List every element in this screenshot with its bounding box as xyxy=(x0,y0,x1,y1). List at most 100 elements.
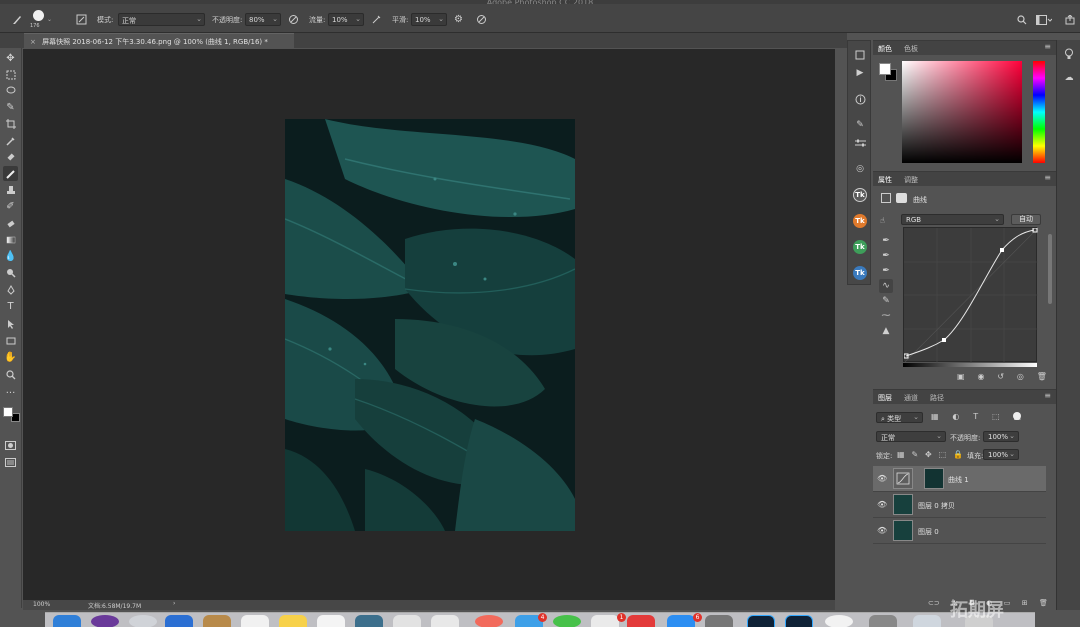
photoshop-app-icon[interactable] xyxy=(785,615,813,627)
tab-swatches[interactable]: 色板 xyxy=(904,44,918,54)
link-layers-icon[interactable]: ⊂⊃ xyxy=(928,599,940,609)
type-filter-icon[interactable]: T xyxy=(973,412,978,423)
mask-icon[interactable] xyxy=(896,193,907,203)
contacts-app-icon[interactable] xyxy=(203,615,231,627)
more-tools-icon[interactable]: ··· xyxy=(3,386,18,401)
dodge-tool-icon[interactable] xyxy=(3,265,18,280)
lock-position-icon[interactable]: ✥ xyxy=(925,450,932,460)
tk-panel-icon[interactable]: Tk xyxy=(852,187,868,203)
layer-opacity-input[interactable]: 100% ⌄ xyxy=(983,431,1019,442)
opacity-input[interactable]: 80% ⌄ xyxy=(245,13,281,26)
eyedropper-gray-icon[interactable]: ✒ xyxy=(879,249,893,263)
move-tool-icon[interactable]: ✥ xyxy=(3,51,18,66)
crop-tool-icon[interactable] xyxy=(3,116,18,131)
channel-select[interactable]: RGB ⌄ xyxy=(901,214,1004,225)
calendar-app-icon[interactable] xyxy=(241,615,269,627)
properties-scrollbar[interactable] xyxy=(1048,234,1052,304)
tk-panel-icon[interactable]: Tk xyxy=(852,265,868,281)
gear-icon[interactable]: ⚙ xyxy=(452,13,465,26)
pressure-size-icon[interactable] xyxy=(475,13,488,26)
photoshop-app-icon[interactable] xyxy=(747,615,775,627)
visibility-icon[interactable]: ◎ xyxy=(1017,372,1024,384)
new-layer-icon[interactable]: ⊞ xyxy=(1022,599,1028,609)
type-tool-icon[interactable]: T xyxy=(3,299,18,314)
app-icon[interactable] xyxy=(913,615,941,627)
brush-tool-icon[interactable] xyxy=(10,13,23,26)
airbrush-icon[interactable] xyxy=(370,13,383,26)
close-icon[interactable]: × xyxy=(30,38,36,46)
brush-tool-icon[interactable] xyxy=(3,166,18,181)
tk-panel-icon[interactable]: Tk xyxy=(852,213,868,229)
libraries-icon[interactable]: ☁ xyxy=(1061,70,1077,86)
color-picker-field[interactable] xyxy=(902,61,1022,163)
eraser-tool-icon[interactable] xyxy=(3,216,18,231)
smooth-curve-icon[interactable]: ⁓ xyxy=(879,309,893,323)
pressure-opacity-icon[interactable] xyxy=(287,13,300,26)
gradient-tool-icon[interactable] xyxy=(3,232,18,247)
document-image[interactable] xyxy=(285,119,575,531)
pen-tool-icon[interactable] xyxy=(3,282,18,297)
eye-icon[interactable]: 👁 xyxy=(877,526,887,536)
layer-filter-select[interactable]: ⌕ 类型 ⌄ xyxy=(876,412,923,423)
pencil-icon[interactable]: ✎ xyxy=(879,294,893,308)
share-icon[interactable] xyxy=(1063,13,1076,26)
history-brush-tool-icon[interactable]: ✐ xyxy=(3,199,18,214)
clip-to-layer-icon[interactable]: ▣ xyxy=(957,372,965,384)
fill-input[interactable]: 100% ⌄ xyxy=(983,449,1019,460)
hue-slider[interactable] xyxy=(1033,61,1045,163)
path-selection-tool-icon[interactable] xyxy=(3,316,18,331)
zoom-tool-icon[interactable] xyxy=(3,367,18,382)
quick-mask-icon[interactable] xyxy=(3,438,18,453)
lock-transparent-icon[interactable]: ▦ xyxy=(897,450,905,460)
view-previous-icon[interactable]: ◉ xyxy=(977,372,984,384)
photos-app-icon[interactable] xyxy=(475,615,503,627)
panel-menu-icon[interactable]: ≡ xyxy=(1044,42,1051,51)
screen-mode-icon[interactable] xyxy=(3,455,18,470)
flow-input[interactable]: 10% ⌄ xyxy=(328,13,364,26)
blend-mode-select[interactable]: 正常 ⌄ xyxy=(876,431,946,442)
foreground-color-swatch[interactable] xyxy=(3,407,13,417)
wechat-app-icon[interactable] xyxy=(553,615,581,627)
app-icon[interactable] xyxy=(393,615,421,627)
history-panel-icon[interactable] xyxy=(852,47,868,63)
app-icon[interactable] xyxy=(869,615,897,627)
rectangle-tool-icon[interactable] xyxy=(3,333,18,348)
shape-filter-icon[interactable]: ⬚ xyxy=(992,412,1000,423)
tab-adjustments[interactable]: 调整 xyxy=(904,175,918,185)
fg-bg-swatches[interactable] xyxy=(879,63,899,83)
notes-app-icon[interactable] xyxy=(279,615,307,627)
brush-preset-picker[interactable]: 176 ⌄ xyxy=(28,9,52,31)
info-icon[interactable] xyxy=(852,91,868,107)
layer-row[interactable]: 👁 图层 0 xyxy=(873,518,1046,544)
filter-toggle[interactable] xyxy=(1013,412,1021,420)
curves-graph[interactable] xyxy=(903,227,1039,364)
adjustment-filter-icon[interactable]: ◐ xyxy=(952,412,959,423)
lock-artboard-icon[interactable]: ⬚ xyxy=(939,450,947,460)
histogram-warning-icon[interactable]: ▲ xyxy=(879,324,893,338)
new-group-icon[interactable]: ▭ xyxy=(1004,599,1011,609)
quick-select-tool-icon[interactable]: ✎ xyxy=(3,100,18,115)
trash-icon[interactable]: 🗑 xyxy=(1037,372,1047,384)
layer-row[interactable]: 👁 曲线 1 xyxy=(873,466,1046,492)
eye-icon[interactable]: 👁 xyxy=(877,500,887,510)
document-tab[interactable]: × 屏幕快照 2018-06-12 下午3.30.46.png @ 100% (… xyxy=(24,33,294,48)
pixel-filter-icon[interactable]: ▦ xyxy=(931,412,939,423)
app-icon[interactable] xyxy=(825,615,853,627)
reset-icon[interactable]: ↺ xyxy=(997,372,1004,384)
siri-app-icon[interactable] xyxy=(91,615,119,627)
adjustments-sliders-icon[interactable] xyxy=(852,135,868,151)
search-icon[interactable] xyxy=(1015,13,1028,26)
tab-paths[interactable]: 路径 xyxy=(930,393,944,403)
eye-icon[interactable]: 👁 xyxy=(877,474,887,484)
brush-settings-panel-icon[interactable]: ✎ xyxy=(852,117,868,133)
brush-settings-icon[interactable] xyxy=(75,13,88,26)
lock-image-icon[interactable]: ✎ xyxy=(911,450,918,460)
status-menu-arrow[interactable]: › xyxy=(173,600,175,607)
layer-row[interactable]: 👁 图层 0 拷贝 xyxy=(873,492,1046,518)
trash-icon[interactable]: 🗑 xyxy=(1039,599,1048,609)
tab-layers[interactable]: 图层 xyxy=(878,393,892,403)
healing-brush-tool-icon[interactable] xyxy=(3,149,18,164)
smoothing-input[interactable]: 10% ⌄ xyxy=(411,13,447,26)
mail-app-icon[interactable] xyxy=(165,615,193,627)
actions-play-icon[interactable]: ▶ xyxy=(852,65,868,81)
